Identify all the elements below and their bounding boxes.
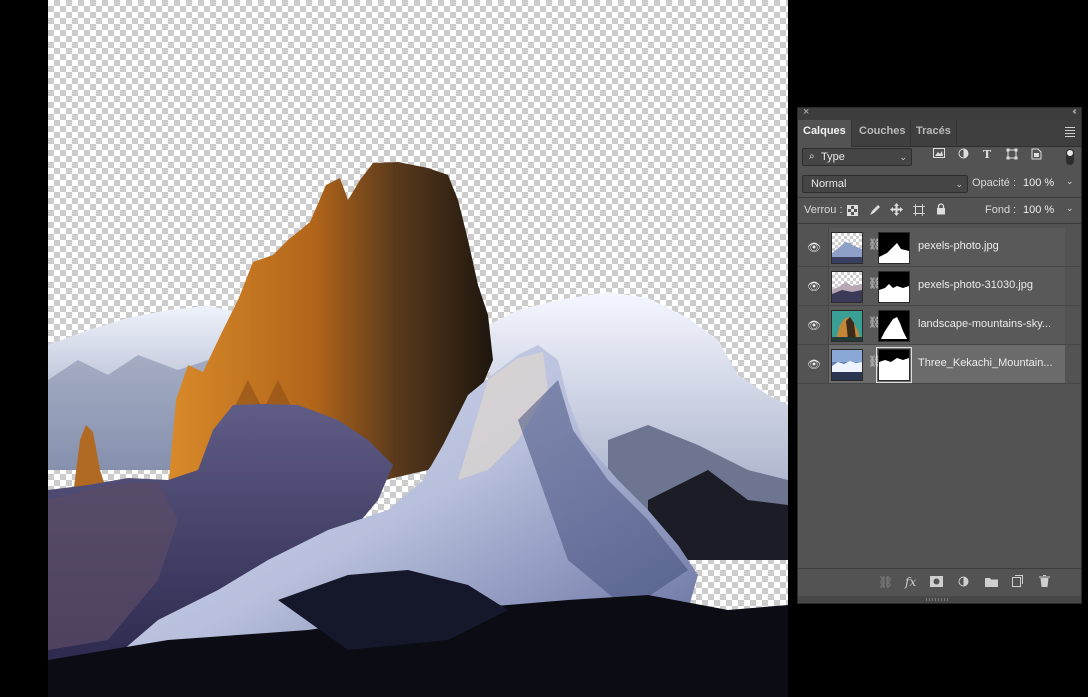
lock-row: Verrou : Fond : 100 % ⌄	[798, 203, 1081, 219]
layer-row-selected[interactable]: 👁 ⛓ Three_Kekachi_Mountain...	[798, 345, 1081, 384]
layer-mask-thumbnail[interactable]	[878, 310, 910, 342]
lock-label: Verrou :	[804, 204, 843, 216]
opacity-label: Opacité :	[972, 177, 1017, 189]
add-mask-icon[interactable]	[930, 576, 943, 590]
visibility-eye-icon[interactable]: 👁	[807, 358, 821, 371]
opacity-chevron-icon[interactable]: ⌄	[1066, 176, 1074, 187]
new-layer-icon[interactable]	[1012, 575, 1023, 590]
chevron-down-icon: ⌄	[955, 179, 963, 189]
close-panel-icon[interactable]: ×	[803, 106, 809, 118]
link-layers-icon[interactable]: ⛓	[878, 575, 893, 589]
tab-traces[interactable]: Tracés	[911, 120, 957, 146]
layer-name[interactable]: pexels-photo.jpg	[918, 240, 999, 252]
smart-object-filter-icon[interactable]	[1031, 148, 1042, 163]
layer-mask-thumbnail[interactable]	[878, 232, 910, 264]
tab-calques[interactable]: Calques	[798, 120, 852, 147]
layer-thumbnail	[831, 271, 863, 303]
lock-transparency-icon[interactable]	[847, 205, 858, 219]
adjustment-filter-icon[interactable]	[958, 148, 969, 162]
layer-thumbnail	[831, 310, 863, 342]
visibility-eye-icon[interactable]: 👁	[807, 241, 821, 254]
layer-name[interactable]: pexels-photo-31030.jpg	[918, 279, 1033, 291]
visibility-eye-icon[interactable]: 👁	[807, 319, 821, 332]
shape-filter-icon[interactable]	[1006, 148, 1018, 163]
layer-thumbnail	[831, 349, 863, 381]
lock-artboard-icon[interactable]	[913, 204, 925, 219]
panel-resize-grip[interactable]	[798, 596, 1081, 603]
layers-panel: × ‹‹ Calques Couches Tracés ⌕ Type ⌄ T N…	[798, 106, 1081, 603]
panel-title-bar: × ‹‹	[798, 106, 1081, 120]
lock-pixels-icon[interactable]	[869, 204, 881, 219]
fill-label: Fond :	[985, 204, 1017, 216]
filter-type-dropdown[interactable]: ⌕ Type ⌄	[802, 148, 912, 166]
panel-tabs: Calques Couches Tracés	[798, 120, 1081, 147]
filter-row: ⌕ Type ⌄ T	[798, 148, 1081, 166]
type-filter-icon[interactable]: T	[983, 148, 991, 161]
fill-value[interactable]: 100 %	[1023, 204, 1054, 216]
layer-name[interactable]: landscape-mountains-sky...	[918, 318, 1051, 330]
tab-couches[interactable]: Couches	[854, 120, 912, 146]
layer-row[interactable]: 👁 ⛓ pexels-photo.jpg	[798, 228, 1081, 267]
collapse-panel-icon[interactable]: ‹‹	[1072, 106, 1076, 117]
trash-icon[interactable]	[1039, 575, 1050, 590]
lock-all-icon[interactable]	[936, 203, 946, 218]
lock-position-icon[interactable]	[890, 203, 903, 219]
layer-row[interactable]: 👁 ⛓ landscape-mountains-sky...	[798, 306, 1081, 345]
mountain-composite-image	[48, 162, 788, 697]
group-folder-icon[interactable]	[985, 576, 998, 590]
panel-footer: ⛓ fx	[798, 568, 1081, 597]
layer-mask-thumbnail[interactable]	[878, 271, 910, 303]
layer-name[interactable]: Three_Kekachi_Mountain...	[918, 357, 1053, 369]
layers-list: 👁 ⛓ pexels-photo.jpg 👁 ⛓ pexels-photo-31…	[798, 228, 1081, 384]
fill-chevron-icon[interactable]: ⌄	[1066, 203, 1074, 214]
search-icon: ⌕	[809, 151, 815, 162]
fx-icon[interactable]: fx	[905, 575, 916, 589]
blend-row: Normal ⌄ Opacité : 100 % ⌄	[798, 175, 1081, 193]
blend-mode-dropdown[interactable]: Normal ⌄	[802, 175, 968, 193]
blend-mode-value: Normal	[811, 178, 847, 190]
opacity-value[interactable]: 100 %	[1023, 177, 1054, 189]
layer-mask-thumbnail[interactable]	[876, 347, 912, 383]
adjustment-layer-icon[interactable]	[958, 576, 969, 590]
layer-row[interactable]: 👁 ⛓ pexels-photo-31030.jpg	[798, 267, 1081, 306]
filter-type-label: Type	[821, 151, 845, 163]
document-canvas[interactable]	[48, 0, 788, 697]
layer-thumbnail	[831, 232, 863, 264]
visibility-eye-icon[interactable]: 👁	[807, 280, 821, 293]
panel-menu-icon[interactable]	[1065, 125, 1075, 139]
chevron-down-icon: ⌄	[899, 152, 907, 162]
image-filter-icon[interactable]	[933, 148, 945, 161]
filter-toggle-switch[interactable]	[1066, 149, 1074, 165]
